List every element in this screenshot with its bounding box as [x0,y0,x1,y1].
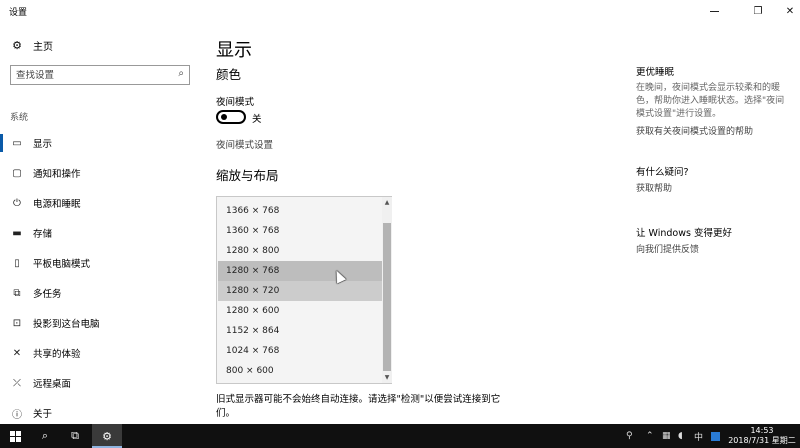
project-icon: ⊡ [12,317,22,329]
color-heading: 颜色 [216,67,242,82]
clock-date: 2018/7/31 星期二 [728,436,796,445]
resolution-option[interactable]: 1024 × 768 [218,341,382,361]
close-button[interactable]: ✕ [772,0,800,22]
resolution-option[interactable]: 1360 × 768 [218,221,382,241]
resolution-option[interactable]: 1366 × 768 [218,201,382,221]
list-scrollbar[interactable]: ▲ ▼ [382,197,392,383]
night-mode-label: 夜间模式 [216,97,255,108]
notification-icon: ▢ [12,167,22,179]
sidebar-item-power[interactable]: ⏻ 电源和睡眠 [0,188,200,218]
sidebar-item-notifications[interactable]: ▢ 通知和操作 [0,158,200,188]
sidebar-item-label: 电源和睡眠 [33,199,81,210]
sidebar-item-label: 平板电脑模式 [33,259,91,270]
remote-icon: ⤫ [13,377,21,389]
sidebar-item-label: 共享的体验 [33,349,81,360]
search-icon: ⌕ [41,429,49,442]
scroll-up-icon[interactable]: ▲ [382,198,392,208]
night-mode-settings-link[interactable]: 夜间模式设置 [216,137,273,151]
monitor-icon: ▭ [12,137,22,149]
network-icon[interactable]: ▦ [662,424,671,448]
sidebar-item-shared[interactable]: ✕ 共享的体验 [0,338,200,368]
sidebar-item-label: 远程桌面 [33,379,72,390]
restore-icon: ❐ [753,5,763,17]
scale-heading: 缩放与布局 [216,168,279,183]
feedback-link[interactable]: 向我们提供反馈 [636,242,786,255]
power-icon: ⏻ [13,197,21,209]
task-view-icon: ⧉ [71,429,79,442]
feedback-heading: 让 Windows 变得更好 [636,228,732,239]
multitask-icon: ⧉ [13,287,21,299]
feedback-panel: 让 Windows 变得更好 向我们提供反馈 [636,225,786,255]
sidebar-item-label: 显示 [33,139,53,150]
chevron-up-icon[interactable]: ⌃ [646,424,654,448]
resolution-option-hovered[interactable]: 1280 × 768 [218,261,382,281]
night-mode-help-link[interactable]: 获取有关夜间模式设置的帮助 [636,124,786,137]
tablet-icon: ▯ [14,257,20,269]
detect-note: 旧式显示器可能不会始终自动连接。请选择"检测"以便尝试连接到它们。 [216,394,501,419]
resolution-option[interactable]: 1152 × 864 [218,321,382,341]
taskbar: ⌕ ⧉ ⚙ ⚲ ⌃ ▦ ◖ 中 14:53 2018/7/31 星期二 [0,424,800,448]
sidebar-item-tablet[interactable]: ▯ 平板电脑模式 [0,248,200,278]
sidebar-item-label: 存储 [33,229,53,240]
gear-icon: ⚙ [12,39,22,52]
sidebar-item-label: 多任务 [33,289,62,300]
sidebar-item-display[interactable]: ▭ 显示 [0,128,200,158]
questions-panel: 有什么疑问? 获取帮助 [636,164,786,194]
home-label: 主页 [33,42,53,53]
sidebar: ⚙ 主页 ⌕ 系统 ▭ 显示 ▢ 通知和操作 ⏻ 电源和睡眠 ▬ 存储 ▯ 平板… [0,22,200,424]
search-input[interactable] [16,69,166,81]
resolution-option[interactable]: 1280 × 600 [218,301,382,321]
info-icon: ⓘ [12,409,22,421]
sidebar-nav: ▭ 显示 ▢ 通知和操作 ⏻ 电源和睡眠 ▬ 存储 ▯ 平板电脑模式 ⧉ 多任务… [0,128,200,428]
better-sleep-heading: 更优睡眠 [636,67,675,78]
questions-heading: 有什么疑问? [636,167,689,178]
sidebar-item-label: 投影到这台电脑 [33,319,100,330]
taskbar-search-button[interactable]: ⌕ [30,424,60,448]
sidebar-item-project[interactable]: ⊡ 投影到这台电脑 [0,308,200,338]
search-icon[interactable]: ⌕ [178,68,184,79]
section-label: 系统 [10,113,29,123]
night-mode-state: 关 [252,114,262,125]
task-view-button[interactable]: ⧉ [60,424,90,448]
resolution-option-selected[interactable]: 1280 × 720 [218,281,382,301]
notification-badge-icon[interactable] [711,424,720,448]
page-title: 显示 [216,40,252,61]
better-sleep-panel: 更优睡眠 在晚间，夜间模式会显示较柔和的暖色，帮助你进入睡眠状态。选择"夜间模式… [636,64,786,137]
scroll-down-icon[interactable]: ▼ [382,373,392,383]
close-icon: ✕ [785,5,795,17]
share-icon: ✕ [12,347,22,359]
resolution-option[interactable]: 800 × 600 [218,361,382,381]
resolution-list[interactable]: 1366 × 768 1360 × 768 1280 × 800 1280 × … [216,196,392,384]
get-help-link[interactable]: 获取帮助 [636,181,786,194]
search-box[interactable]: ⌕ [10,65,190,85]
storage-icon: ▬ [12,227,22,239]
resolution-option[interactable]: 1280 × 800 [218,241,382,261]
toggle-knob [221,114,227,120]
gear-icon: ⚙ [102,429,112,443]
scroll-thumb[interactable] [383,223,391,371]
system-clock[interactable]: 14:53 2018/7/31 星期二 [728,426,796,446]
volume-icon[interactable]: ◖ [678,424,683,448]
night-mode-toggle[interactable] [216,110,246,124]
taskbar-settings-app[interactable]: ⚙ [92,424,122,448]
title-bar: 设置 [0,0,800,22]
sidebar-item-label: 通知和操作 [33,169,81,180]
sidebar-home[interactable]: ⚙ 主页 [10,38,53,53]
windows-logo-icon [9,430,21,442]
clock-time: 14:53 [750,426,774,435]
ime-indicator[interactable]: 中 [694,424,703,448]
start-button[interactable] [0,424,30,448]
minimize-button[interactable] [696,0,732,22]
people-icon[interactable]: ⚲ [626,424,633,448]
window-title: 设置 [9,7,28,18]
minimize-icon [709,10,719,12]
sidebar-item-remote[interactable]: ⤫ 远程桌面 [0,368,200,398]
sidebar-item-storage[interactable]: ▬ 存储 [0,218,200,248]
sidebar-item-label: 关于 [33,409,53,420]
better-sleep-text: 在晚间，夜间模式会显示较柔和的暖色，帮助你进入睡眠状态。选择"夜间模式设置"进行… [636,83,785,119]
maximize-button[interactable]: ❐ [740,0,776,22]
sidebar-item-multitask[interactable]: ⧉ 多任务 [0,278,200,308]
